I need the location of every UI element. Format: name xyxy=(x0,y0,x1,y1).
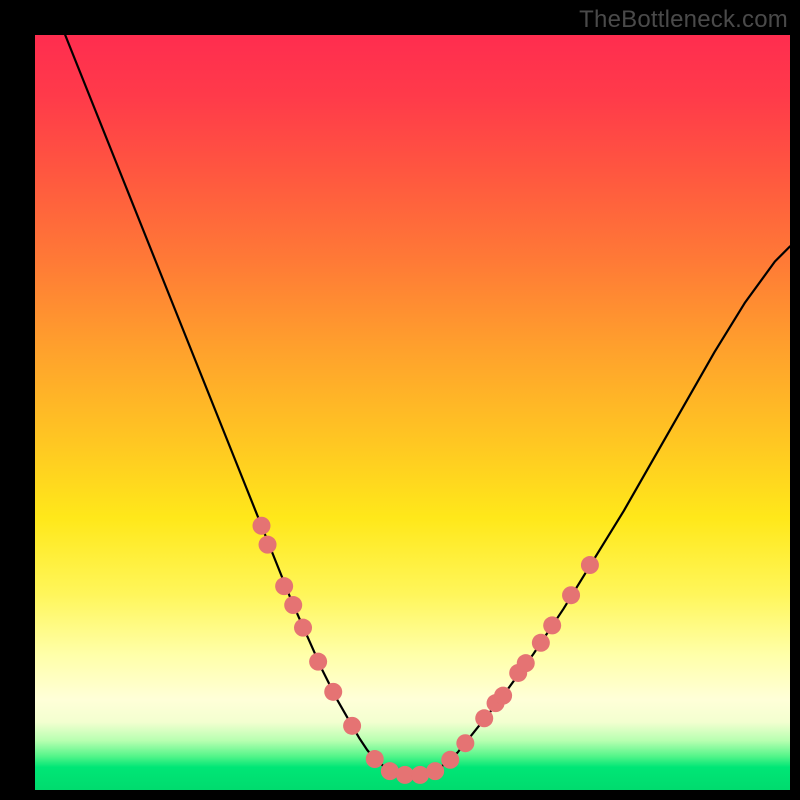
marker-point xyxy=(411,766,429,784)
marker-point xyxy=(475,709,493,727)
marker-point xyxy=(562,586,580,604)
marker-point xyxy=(581,556,599,574)
highlight-points xyxy=(253,517,599,784)
marker-point xyxy=(381,762,399,780)
chart-overlay xyxy=(35,35,790,790)
marker-point xyxy=(426,762,444,780)
chart-frame: TheBottleneck.com xyxy=(0,0,800,800)
marker-point xyxy=(543,616,561,634)
marker-point xyxy=(275,577,293,595)
marker-point xyxy=(309,653,327,671)
marker-point xyxy=(366,750,384,768)
attribution-label: TheBottleneck.com xyxy=(579,6,788,34)
marker-point xyxy=(294,619,312,637)
marker-point xyxy=(441,751,459,769)
marker-point xyxy=(284,596,302,614)
marker-point xyxy=(517,654,535,672)
marker-point xyxy=(494,687,512,705)
marker-point xyxy=(343,717,361,735)
marker-point xyxy=(253,517,271,535)
marker-point xyxy=(456,734,474,752)
marker-point xyxy=(259,536,277,554)
bottleneck-curve xyxy=(65,35,790,775)
marker-point xyxy=(532,634,550,652)
marker-point xyxy=(324,683,342,701)
